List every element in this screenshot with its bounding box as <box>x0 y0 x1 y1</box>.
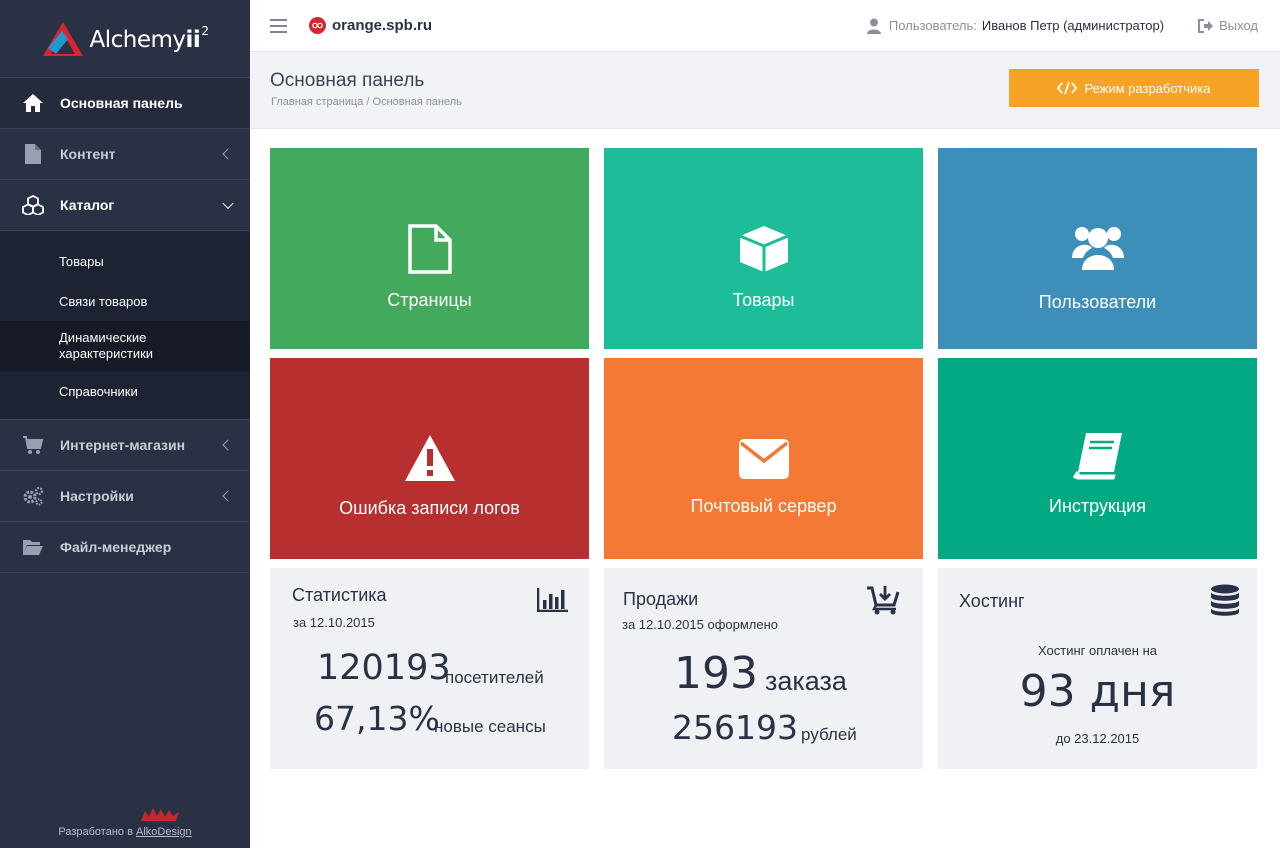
sessions-label: новые сеансы <box>434 717 546 736</box>
site-logo-icon <box>309 17 326 34</box>
site-name-link[interactable]: orange.spb.ru <box>332 17 432 34</box>
hosting-days-value: 93 дня <box>1019 666 1176 717</box>
sidebar-item-settings[interactable]: Настройки <box>0 471 250 522</box>
rubles-value: 256193 <box>672 708 798 747</box>
gears-icon <box>22 485 44 507</box>
cart-icon <box>22 434 44 456</box>
logo[interactable]: Alchemyii2 <box>0 0 250 78</box>
card-title: Статистика <box>292 585 387 605</box>
bar-chart-icon <box>537 588 568 612</box>
cart-download-icon <box>867 586 900 615</box>
card-title: Продажи <box>623 589 699 609</box>
developer-mode-label: Режим разработчика <box>1084 80 1211 96</box>
sidebar-item-content[interactable]: Контент <box>0 129 250 180</box>
catalog-submenu: Товары Связи товаров Динамические характ… <box>0 231 250 420</box>
alchemy-logo-icon <box>42 21 83 56</box>
menu-toggle-icon[interactable] <box>270 18 287 33</box>
card-title: Хостинг <box>959 591 1025 611</box>
orders-label: заказа <box>765 666 847 696</box>
file-outline-icon <box>407 224 452 274</box>
logout-label: Выход <box>1219 18 1258 33</box>
credits: Разработано в AlkoDesign <box>0 805 250 838</box>
sidebar-item-label: Настройки <box>60 488 134 504</box>
credits-text: Разработано в <box>58 826 133 838</box>
sign-out-icon <box>1198 18 1214 33</box>
breadcrumb: Главная страница / Основная панель <box>271 96 462 108</box>
breadcrumb-home-link[interactable]: Главная страница <box>271 96 363 108</box>
sidebar-item-shop[interactable]: Интернет-магазин <box>0 420 250 471</box>
chevron-left-icon <box>222 148 234 160</box>
file-icon <box>22 143 44 165</box>
alkodesign-logo-icon <box>141 808 179 821</box>
sidebar-item-label: Интернет-магазин <box>60 437 186 453</box>
submenu-item-dictionaries[interactable]: Справочники <box>0 371 250 411</box>
developer-mode-button[interactable]: Режим разработчика <box>1009 69 1259 107</box>
logout-button[interactable]: Выход <box>1198 18 1258 33</box>
user-label: Пользователь: <box>888 18 977 33</box>
tile-label: Товары <box>732 290 795 310</box>
page-title: Основная панель <box>270 70 425 91</box>
card-date: за 12.10.2015 <box>293 615 375 630</box>
folder-open-icon <box>22 536 44 558</box>
tile-label: Пользователи <box>1038 292 1157 312</box>
tile-manual[interactable]: Инструкция <box>938 358 1257 559</box>
tile-pages[interactable]: Страницы <box>270 148 589 349</box>
sidebar-item-label: Файл-менеджер <box>60 539 172 555</box>
chevron-down-icon <box>222 197 234 210</box>
cube-icon <box>738 226 789 272</box>
tile-users[interactable]: Пользователи <box>938 148 1257 349</box>
logo-text: Alchemyii2 <box>89 24 209 53</box>
sessions-value: 67,13% <box>314 699 440 738</box>
chevron-left-icon <box>222 490 234 502</box>
user-info[interactable]: Пользователь: Иванов Петр (администратор… <box>866 18 1165 34</box>
visitors-value: 120193 <box>317 648 451 688</box>
sidebar-item-label: Каталог <box>60 197 115 213</box>
database-icon <box>1211 584 1239 616</box>
envelope-icon <box>738 439 789 479</box>
tile-products[interactable]: Товары <box>604 148 923 349</box>
tile-mail-server[interactable]: Почтовый сервер <box>604 358 923 559</box>
cubes-icon <box>22 194 44 216</box>
sidebar: Alchemyii2 Основная панель Контент Катал… <box>0 0 250 848</box>
sidebar-item-file-manager[interactable]: Файл-менеджер <box>0 522 250 573</box>
sidebar-item-label: Контент <box>60 146 116 162</box>
submenu-item-product-links[interactable]: Связи товаров <box>0 281 250 321</box>
hosting-paid-label: Хостинг оплачен на <box>1037 643 1157 658</box>
users-icon <box>1071 227 1124 270</box>
page-header: Основная панель Главная страница / Основ… <box>250 52 1280 129</box>
orders-value: 193 <box>674 648 758 699</box>
breadcrumb-separator: / <box>366 96 370 108</box>
chevron-left-icon <box>222 439 234 451</box>
tile-label: Инструкция <box>1049 496 1146 516</box>
sidebar-item-dashboard[interactable]: Основная панель <box>0 78 250 129</box>
sidebar-item-catalog[interactable]: Каталог <box>0 180 250 231</box>
submenu-item-dynamic-attributes[interactable]: Динамические характеристики <box>0 321 250 371</box>
code-icon <box>1057 81 1078 95</box>
alkodesign-link[interactable]: AlkoDesign <box>136 826 192 838</box>
submenu-item-products[interactable]: Товары <box>0 241 250 281</box>
book-icon <box>1072 433 1122 480</box>
visitors-label: посетителей <box>445 668 544 687</box>
tile-label: Страницы <box>387 290 472 310</box>
sidebar-item-label: Основная панель <box>60 95 183 111</box>
topbar: orange.spb.ru Пользователь: Иванов Петр … <box>250 0 1280 52</box>
tile-label: Ошибка записи логов <box>339 498 520 518</box>
home-icon <box>22 92 44 114</box>
tile-label: Почтовый сервер <box>690 496 837 516</box>
hosting-until: до 23.12.2015 <box>1055 731 1140 746</box>
user-name: Иванов Петр (администратор) <box>981 18 1165 33</box>
hosting-card: Хостинг Хостинг оплачен на 93 дня до 23.… <box>938 568 1257 769</box>
user-icon <box>866 18 881 34</box>
sales-card: Продажи за 12.10.2015 оформлено 193 зака… <box>604 568 923 769</box>
tile-log-error[interactable]: Ошибка записи логов <box>270 358 589 559</box>
rubles-label: рублей <box>801 725 857 744</box>
warning-icon <box>404 435 455 481</box>
card-date: за 12.10.2015 оформлено <box>622 617 779 632</box>
breadcrumb-current: Основная панель <box>372 96 462 108</box>
stats-card: Статистика за 12.10.2015 120193 посетите… <box>270 568 589 769</box>
